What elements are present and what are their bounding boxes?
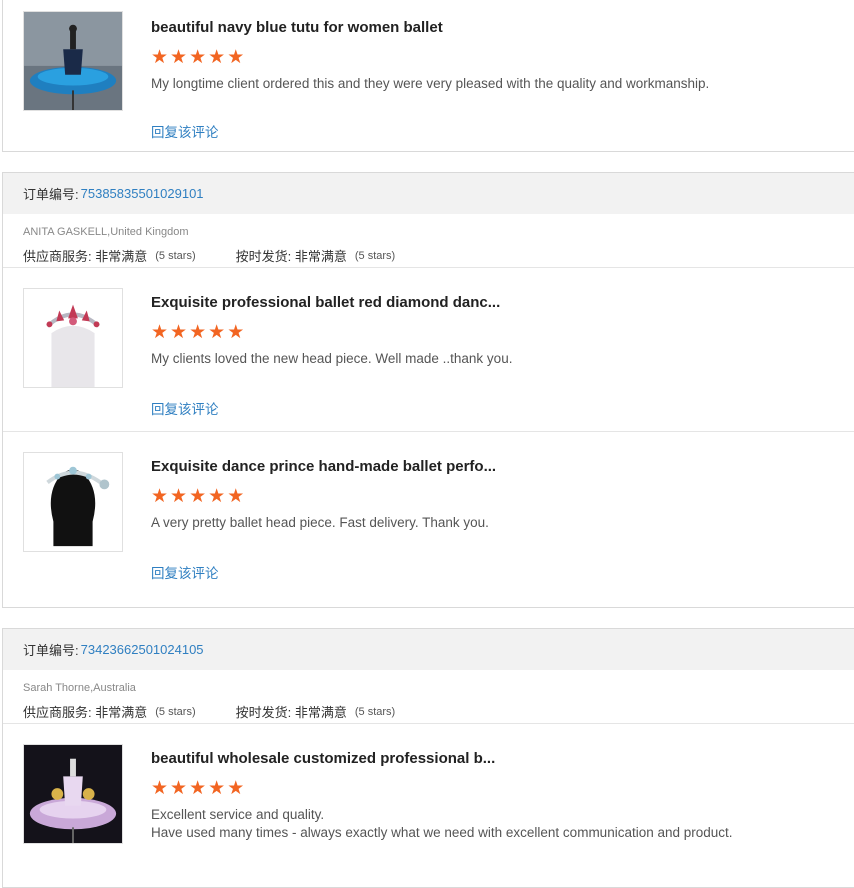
star-icon: ★ [170,322,188,343]
star-rating: ★ ★ ★ ★ ★ [151,48,244,67]
supplier-service-value: 非常满意 [95,249,148,264]
supplier-service-label: 供应商服务: [23,705,92,720]
order-header: 订单编号: 75385835501029101 [3,173,854,214]
reply-link[interactable]: 回复该评论 [151,562,219,582]
star-icon: ★ [227,486,245,507]
star-icon: ★ [151,322,169,343]
product-image-navy-tutu[interactable] [23,11,123,111]
order-number-link[interactable]: 75385835501029101 [81,186,204,201]
star-icon: ★ [208,778,226,799]
review-text: My clients loved the new head piece. Wel… [151,351,513,366]
reply-link[interactable]: 回复该评论 [151,121,219,141]
seller-ratings: 供应商服务: 非常满意 (5 stars) 按时发货: 非常满意 (5 star… [23,246,854,265]
star-icon: ★ [170,486,188,507]
ontime-value: 非常满意 [294,249,347,264]
star-icon: ★ [170,778,188,799]
ontime-label: 按时发货: [235,249,292,264]
star-icon: ★ [227,778,245,799]
star-icon: ★ [189,778,207,799]
order-header: 订单编号: 73423662501024105 [3,629,854,670]
star-rating: ★ ★ ★ ★ ★ [151,323,244,342]
star-icon: ★ [227,322,245,343]
star-icon: ★ [208,322,226,343]
review-item: Exquisite professional ballet red diamon… [3,268,854,431]
ontime-label: 按时发货: [235,705,292,720]
order-number-link[interactable]: 73423662501024105 [81,642,204,657]
buyer-info: ANITA GASKELL,United Kingdom [23,226,189,238]
review-text: Excellent service and quality. Have used… [151,806,733,842]
star-icon: ★ [170,47,188,68]
product-title[interactable]: beautiful navy blue tutu for women balle… [151,19,443,36]
review-item: beautiful navy blue tutu for women balle… [3,0,854,152]
review-line-1: Excellent service and quality. [151,807,325,822]
supplier-service-label: 供应商服务: [23,249,92,264]
review-text: A very pretty ballet head piece. Fast de… [151,515,489,530]
product-title[interactable]: beautiful wholesale customized professio… [151,750,495,767]
ontime-stars: (5 stars) [354,705,396,718]
order-card: 订单编号: 75385835501029101 ANITA GASKELL,Un… [2,172,854,608]
star-icon: ★ [208,47,226,68]
order-label: 订单编号: [23,187,79,202]
product-title[interactable]: Exquisite dance prince hand-made ballet … [151,458,496,475]
star-icon: ★ [151,47,169,68]
supplier-service-stars: (5 stars) [155,705,196,718]
product-image-red-tiara[interactable] [23,288,123,388]
product-image-pink-tutu[interactable] [23,744,123,844]
product-image-prince-headpiece[interactable] [23,452,123,552]
star-icon: ★ [151,778,169,799]
star-rating: ★ ★ ★ ★ ★ [151,487,244,506]
star-icon: ★ [151,486,169,507]
order-label: 订单编号: [23,643,79,658]
star-icon: ★ [189,47,207,68]
review-card-top: beautiful navy blue tutu for women balle… [2,0,854,152]
seller-ratings: 供应商服务: 非常满意 (5 stars) 按时发货: 非常满意 (5 star… [23,702,854,721]
star-rating: ★ ★ ★ ★ ★ [151,779,244,798]
review-text: My longtime client ordered this and they… [151,76,710,91]
supplier-service-value: 非常满意 [95,705,148,720]
product-title[interactable]: Exquisite professional ballet red diamon… [151,294,500,311]
order-card: 订单编号: 73423662501024105 Sarah Thorne,Aus… [2,628,854,888]
buyer-info: Sarah Thorne,Australia [23,682,136,694]
order-meta: Sarah Thorne,Australia 供应商服务: 非常满意 (5 st… [3,670,854,724]
reply-link[interactable]: 回复该评论 [151,398,219,418]
ontime-value: 非常满意 [294,705,347,720]
order-meta: ANITA GASKELL,United Kingdom 供应商服务: 非常满意… [3,214,854,268]
star-icon: ★ [227,47,245,68]
review-item: beautiful wholesale customized professio… [3,724,854,887]
supplier-service-stars: (5 stars) [155,249,196,262]
review-line-2: Have used many times - always exactly wh… [151,825,733,840]
star-icon: ★ [208,486,226,507]
star-icon: ★ [189,322,207,343]
star-icon: ★ [189,486,207,507]
ontime-stars: (5 stars) [354,249,396,262]
review-item: Exquisite dance prince hand-made ballet … [3,431,854,594]
